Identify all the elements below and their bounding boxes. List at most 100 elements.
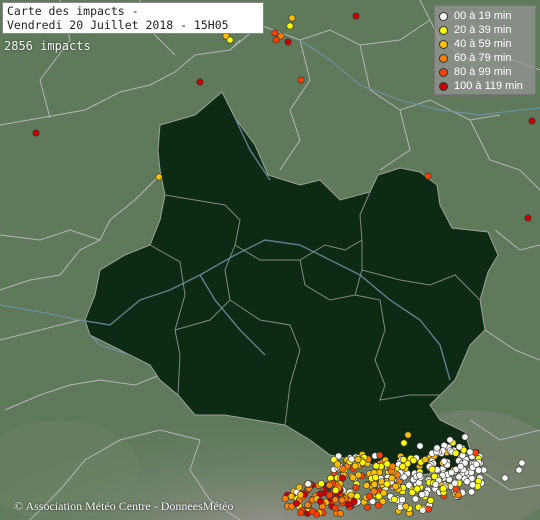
strike-dot xyxy=(374,501,382,509)
strike-dot xyxy=(286,22,294,30)
strike-dot xyxy=(466,448,474,456)
legend-label: 20 à 39 min xyxy=(454,24,512,36)
legend-label: 80 à 99 min xyxy=(454,66,512,78)
strike-dot xyxy=(524,214,532,222)
strike-dot xyxy=(404,431,412,439)
strike-dot xyxy=(338,474,346,482)
strike-dot xyxy=(372,474,380,482)
strike-dot xyxy=(468,488,476,496)
strike-dot xyxy=(32,129,40,137)
legend-dot-icon xyxy=(439,53,448,63)
strike-dot xyxy=(352,12,360,20)
strike-dot xyxy=(463,478,471,486)
credit-text: © Association Météo Centre - DonneesMété… xyxy=(14,499,234,513)
strike-dot xyxy=(296,491,304,499)
strike-dot xyxy=(421,455,429,463)
legend-item: 40 à 59 min xyxy=(439,37,531,51)
impacts-count: 2856 impacts xyxy=(4,39,91,53)
legend-dot-icon xyxy=(439,11,448,21)
strike-dot xyxy=(418,491,426,499)
strike-dot xyxy=(388,474,396,482)
strike-dot xyxy=(297,76,305,84)
strike-dot xyxy=(413,485,421,493)
strike-dot xyxy=(440,457,448,465)
strike-dot xyxy=(362,481,370,489)
lightning-map: Carte des impacts - Vendredi 20 Juillet … xyxy=(0,0,540,520)
strike-dot xyxy=(345,500,353,508)
strike-dot xyxy=(433,444,441,452)
strike-dot xyxy=(428,465,436,473)
strike-dot xyxy=(501,474,509,482)
strike-dot xyxy=(472,460,480,468)
strike-dot xyxy=(352,483,360,491)
strike-dot xyxy=(304,480,312,488)
strike-dot xyxy=(451,479,459,487)
strike-dot xyxy=(331,496,339,504)
strike-dot xyxy=(430,472,438,480)
strike-dot xyxy=(528,117,536,125)
strike-dot xyxy=(400,456,408,464)
legend-label: 60 à 79 min xyxy=(454,52,512,64)
strike-dot xyxy=(399,463,407,471)
strike-dot xyxy=(308,507,316,515)
strike-dot xyxy=(370,487,378,495)
strike-dot xyxy=(297,509,305,517)
legend-item: 20 à 39 min xyxy=(439,23,531,37)
strike-dot xyxy=(372,462,380,470)
strike-dot xyxy=(272,36,280,44)
strike-dot xyxy=(424,172,432,180)
strike-dot xyxy=(295,483,303,491)
strike-dot xyxy=(351,462,359,470)
strike-dot xyxy=(196,78,204,86)
legend-label: 40 à 59 min xyxy=(454,38,512,50)
strike-dot xyxy=(405,481,413,489)
strike-dot xyxy=(304,501,312,509)
strike-dot xyxy=(347,491,355,499)
strike-dot xyxy=(392,482,400,490)
strike-dot xyxy=(332,504,340,512)
legend-dot-icon xyxy=(439,39,448,49)
strike-dot xyxy=(390,495,398,503)
strike-dot xyxy=(518,459,526,467)
strike-dot xyxy=(332,486,340,494)
strike-dot xyxy=(317,480,325,488)
title-line-1: Carte des impacts - xyxy=(7,4,139,18)
strike-dot xyxy=(376,451,384,459)
strike-dot xyxy=(461,433,469,441)
legend: 00 à 19 min 20 à 39 min 40 à 59 min 60 à… xyxy=(434,5,536,95)
strike-dot xyxy=(447,468,455,476)
strike-dot xyxy=(410,456,418,464)
strike-dot xyxy=(338,496,346,504)
strike-dot xyxy=(411,495,419,503)
strike-dot xyxy=(288,14,296,22)
strike-dot xyxy=(400,439,408,447)
strike-dot xyxy=(292,500,300,508)
strike-dot xyxy=(455,473,463,481)
title-line-2: Vendredi 20 Juillet 2018 - 15H05 xyxy=(7,18,229,32)
strike-dot xyxy=(446,436,454,444)
strike-dot xyxy=(287,492,295,500)
strike-dot xyxy=(271,29,279,37)
map-title: Carte des impacts - Vendredi 20 Juillet … xyxy=(2,2,264,34)
strike-dot xyxy=(380,489,388,497)
strike-dot xyxy=(336,509,344,517)
legend-dot-icon xyxy=(439,81,448,91)
legend-item: 100 à 119 min xyxy=(439,79,531,93)
strike-dot xyxy=(457,462,465,470)
strike-dot xyxy=(402,502,410,510)
strike-dot xyxy=(416,471,424,479)
legend-dot-icon xyxy=(439,25,448,35)
strike-dot xyxy=(325,491,333,499)
strike-dot xyxy=(416,442,424,450)
strike-dot xyxy=(425,505,433,513)
legend-item: 80 à 99 min xyxy=(439,65,531,79)
strike-dot xyxy=(432,480,440,488)
legend-item: 60 à 79 min xyxy=(439,51,531,65)
strike-dot xyxy=(475,466,483,474)
strike-dot xyxy=(284,38,292,46)
strike-dot xyxy=(452,449,460,457)
legend-dot-icon xyxy=(439,67,448,77)
strike-dot xyxy=(419,506,427,514)
strike-dot xyxy=(365,492,373,500)
strike-dot xyxy=(316,497,324,505)
